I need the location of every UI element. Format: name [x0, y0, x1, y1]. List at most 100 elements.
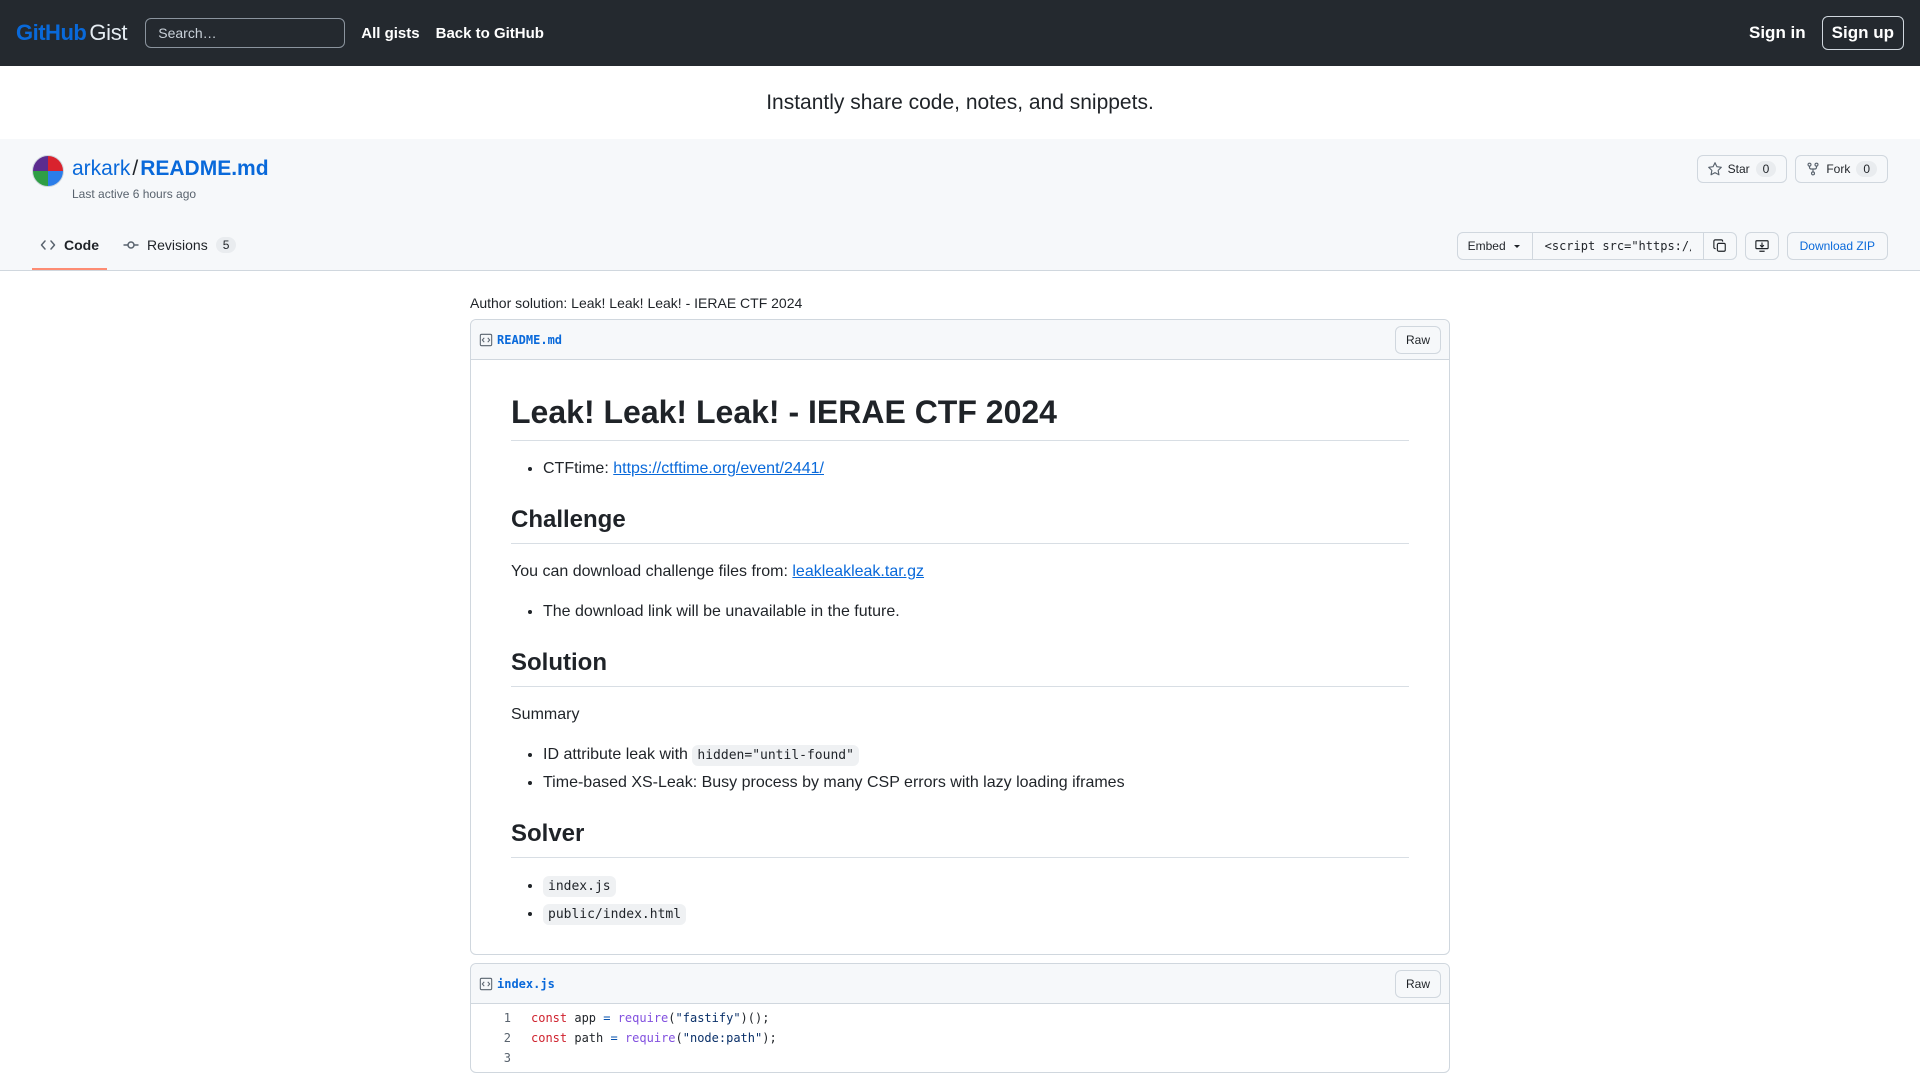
fork-label: Fork	[1826, 162, 1851, 176]
tab-code-label: Code	[64, 237, 99, 253]
nav-back-to-github[interactable]: Back to GitHub	[436, 25, 544, 42]
fork-count: 0	[1856, 161, 1877, 177]
revisions-count: 5	[215, 237, 237, 253]
gist-content: Author solution: Leak! Leak! Leak! - IER…	[470, 271, 1450, 1073]
star-count: 0	[1755, 161, 1777, 177]
readme-body: Leak! Leak! Leak! - IERAE CTF 2024 CTFti…	[471, 360, 1449, 954]
heading-challenge: Challenge	[511, 505, 1409, 544]
chevron-down-icon	[1513, 245, 1520, 248]
token-punct: );	[762, 1031, 777, 1045]
list-item: public/index.html	[543, 902, 1409, 926]
file-name: index.js	[497, 976, 555, 991]
challenge-download-link[interactable]: leakleakleak.tar.gz	[792, 563, 924, 580]
heading-solution: Solution	[511, 648, 1409, 687]
search-input[interactable]	[145, 18, 346, 48]
embed-code-input[interactable]	[1532, 232, 1703, 260]
file-index-js: index.js Raw 1 const app = require("fast…	[470, 963, 1450, 1073]
gist-description: Author solution: Leak! Leak! Leak! - IER…	[470, 295, 803, 311]
line-code: const path = require("node:path");	[521, 1028, 777, 1048]
star-button[interactable]: Star 0	[1696, 155, 1788, 183]
copy-embed-button[interactable]	[1702, 232, 1737, 260]
token-function: require	[610, 1011, 669, 1025]
github-gist-logo[interactable]: GitHub Gist	[16, 20, 128, 46]
sign-up-button[interactable]: Sign up	[1821, 16, 1904, 50]
tab-revisions-label: Revisions	[147, 237, 208, 253]
readme-h1: Leak! Leak! Leak! - IERAE CTF 2024	[511, 392, 1409, 441]
inline-code: index.js	[543, 876, 616, 897]
file-header: index.js Raw	[471, 964, 1449, 1004]
token-var: app	[567, 1011, 604, 1025]
nav-all-gists[interactable]: All gists	[361, 25, 419, 42]
solution-item1-text: ID attribute leak with	[543, 746, 693, 763]
star-label: Star	[1727, 162, 1750, 176]
logo-gist-text: Gist	[89, 20, 128, 45]
solver-list: index.js public/index.html	[511, 874, 1409, 926]
token-string: "node:path"	[682, 1031, 763, 1045]
gist-tabs: Code Revisions 5	[32, 222, 252, 270]
file-readme: README.md Raw Leak! Leak! Leak! - IERAE …	[470, 319, 1450, 955]
token-operator: =	[610, 1031, 618, 1045]
code-line: 1 const app = require("fastify")();	[471, 1008, 1449, 1028]
ctftime-list: CTFtime: https://ctftime.org/event/2441/	[511, 457, 1409, 481]
token-punct: )();	[740, 1011, 770, 1025]
gist-title: arkark/README.md	[72, 155, 269, 183]
code-table: 1 const app = require("fastify")(); 2 co…	[471, 1004, 1449, 1072]
inline-code: hidden="until-found"	[692, 745, 859, 766]
raw-button[interactable]: Raw	[1394, 325, 1441, 354]
list-item: The download link will be unavailable in…	[543, 600, 1409, 624]
fork-icon	[1807, 162, 1819, 176]
token-punct: (	[668, 1011, 676, 1025]
token-keyword: const	[531, 1031, 568, 1045]
ctftime-prefix: CTFtime:	[543, 460, 614, 477]
logo-github-text: GitHub	[16, 20, 87, 45]
challenge-text: You can download challenge files from:	[511, 563, 793, 580]
token-function: require	[617, 1031, 676, 1045]
file-code-icon	[479, 333, 493, 346]
embed-label: Embed	[1467, 239, 1506, 253]
embed-dropdown[interactable]: Embed	[1456, 232, 1533, 260]
head-actions: Star 0 Fork 0	[1696, 155, 1888, 183]
gist-filename-link[interactable]: README.md	[140, 157, 268, 180]
token-punct: (	[675, 1031, 683, 1045]
file-name-link[interactable]: index.js	[479, 977, 555, 991]
list-item: index.js	[543, 874, 1409, 898]
line-code: const app = require("fastify")();	[521, 1008, 769, 1028]
fork-button[interactable]: Fork 0	[1795, 155, 1888, 183]
line-number[interactable]: 2	[471, 1028, 521, 1048]
tab-revisions[interactable]: Revisions 5	[115, 222, 244, 270]
file-name-link[interactable]: README.md	[479, 333, 562, 347]
open-desktop-button[interactable]	[1744, 232, 1779, 260]
raw-button[interactable]: Raw	[1394, 969, 1441, 998]
line-number[interactable]: 3	[471, 1048, 521, 1068]
summary-text: Summary	[511, 706, 580, 723]
code-line: 2 const path = require("node:path");	[471, 1028, 1449, 1048]
inline-code: public/index.html	[543, 904, 687, 925]
challenge-paragraph: You can download challenge files from: l…	[511, 560, 1409, 584]
solution-list: ID attribute leak with hidden="until-fou…	[511, 743, 1409, 795]
list-item: CTFtime: https://ctftime.org/event/2441/	[543, 457, 1409, 481]
embed-bar: Embed Download ZIP	[1456, 232, 1888, 260]
gist-head: arkark/README.md Last active 6 hours ago…	[0, 139, 1920, 271]
avatar[interactable]	[32, 155, 64, 187]
heading-solver: Solver	[511, 819, 1409, 858]
ctftime-link[interactable]: https://ctftime.org/event/2441/	[613, 460, 824, 477]
star-icon	[1707, 162, 1722, 176]
copy-icon	[1712, 239, 1726, 252]
owner-link[interactable]: arkark	[72, 157, 130, 180]
line-number[interactable]: 1	[471, 1008, 521, 1028]
file-name: README.md	[497, 332, 563, 347]
code-line: 3	[471, 1048, 1449, 1068]
sign-in-link[interactable]: Sign in	[1749, 23, 1806, 43]
challenge-notes: The download link will be unavailable in…	[511, 600, 1409, 624]
gist-title-row: arkark/README.md Last active 6 hours ago	[32, 155, 269, 201]
token-keyword: const	[531, 1011, 568, 1025]
file-header: README.md Raw	[471, 320, 1449, 360]
top-header: GitHub Gist All gists Back to GitHub Sig…	[0, 0, 1920, 66]
tab-code[interactable]: Code	[32, 222, 107, 270]
token-string: "fastify"	[675, 1011, 741, 1025]
download-zip-button[interactable]: Download ZIP	[1786, 232, 1888, 260]
list-item: Time-based XS-Leak: Busy process by many…	[543, 771, 1409, 795]
embed-group: Embed	[1456, 232, 1737, 260]
code-icon	[40, 240, 56, 250]
